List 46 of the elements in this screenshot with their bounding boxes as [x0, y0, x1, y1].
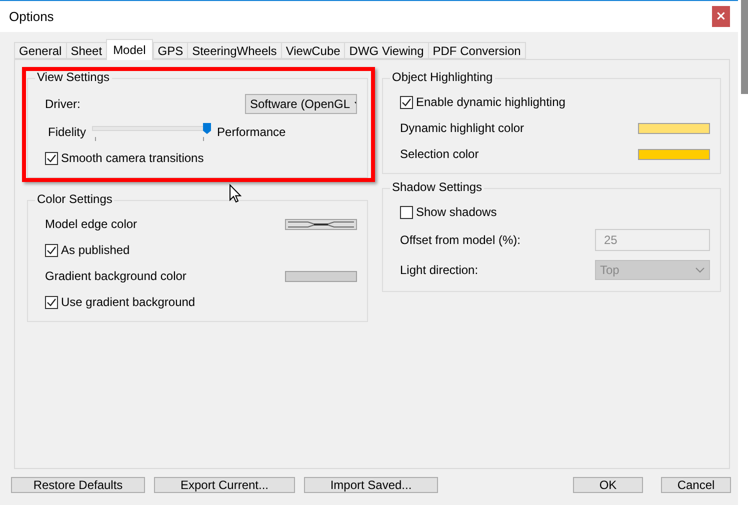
group-title: View Settings	[35, 70, 112, 84]
checkbox-label: As published	[61, 243, 130, 257]
checkbox-label: Show shadows	[416, 205, 497, 219]
checkbox[interactable]	[45, 296, 58, 308]
group-title: Color Settings	[35, 192, 114, 206]
tab[interactable]: SteeringWheels	[187, 42, 281, 59]
tab[interactable]: GPS	[152, 42, 188, 59]
dropdown[interactable]: Software (OpenGL	[245, 94, 357, 114]
field-label: Gradient background color	[45, 269, 188, 283]
mouse-cursor-icon	[229, 184, 243, 204]
dialog-button[interactable]: Import Saved...	[304, 477, 438, 493]
checkbox-label: Enable dynamic highlighting	[416, 95, 566, 109]
field-label: Model edge color	[45, 217, 138, 231]
field-label: Dynamic highlight color	[400, 121, 526, 135]
color-swatch[interactable]	[285, 270, 357, 282]
dialog-button[interactable]: OK	[573, 477, 643, 493]
field-label: Light direction:	[400, 263, 480, 277]
slider-label: Performance	[217, 125, 286, 139]
checkbox[interactable]	[400, 96, 413, 108]
tab[interactable]: General	[14, 42, 66, 59]
chevron-icon	[695, 267, 705, 273]
tab[interactable]: Sheet	[66, 42, 106, 59]
color-swatch[interactable]	[638, 148, 710, 160]
tab[interactable]: ViewCube	[280, 42, 344, 59]
dialog-button[interactable]: Export Current...	[154, 477, 295, 493]
field-label: Selection color	[400, 147, 480, 161]
checkbox[interactable]	[45, 244, 58, 256]
tab[interactable]: DWG Viewing	[344, 42, 428, 59]
close-button[interactable]: ×	[712, 6, 730, 27]
window-title: Options	[9, 9, 54, 24]
checkbox-label: Smooth camera transitions	[61, 151, 204, 165]
checkbox-label: Use gradient background	[61, 295, 196, 309]
slider-thumb[interactable]	[203, 123, 212, 134]
field-label: Driver:	[45, 97, 82, 111]
color-swatch[interactable]	[638, 122, 710, 134]
tab[interactable]: PDF Conversion	[428, 42, 526, 59]
checkbox[interactable]	[45, 152, 58, 164]
tab[interactable]: Model	[106, 39, 153, 60]
group-title: Shadow Settings	[390, 180, 484, 194]
color-swatch[interactable]	[285, 218, 357, 230]
slider-label: Fidelity	[48, 125, 86, 139]
field-label: Offset from model (%):	[400, 233, 522, 247]
dialog-button[interactable]: Cancel	[661, 477, 731, 493]
group-title: Object Highlighting	[390, 70, 495, 84]
checkbox[interactable]	[400, 206, 413, 218]
dialog-button[interactable]: Restore Defaults	[11, 477, 145, 493]
